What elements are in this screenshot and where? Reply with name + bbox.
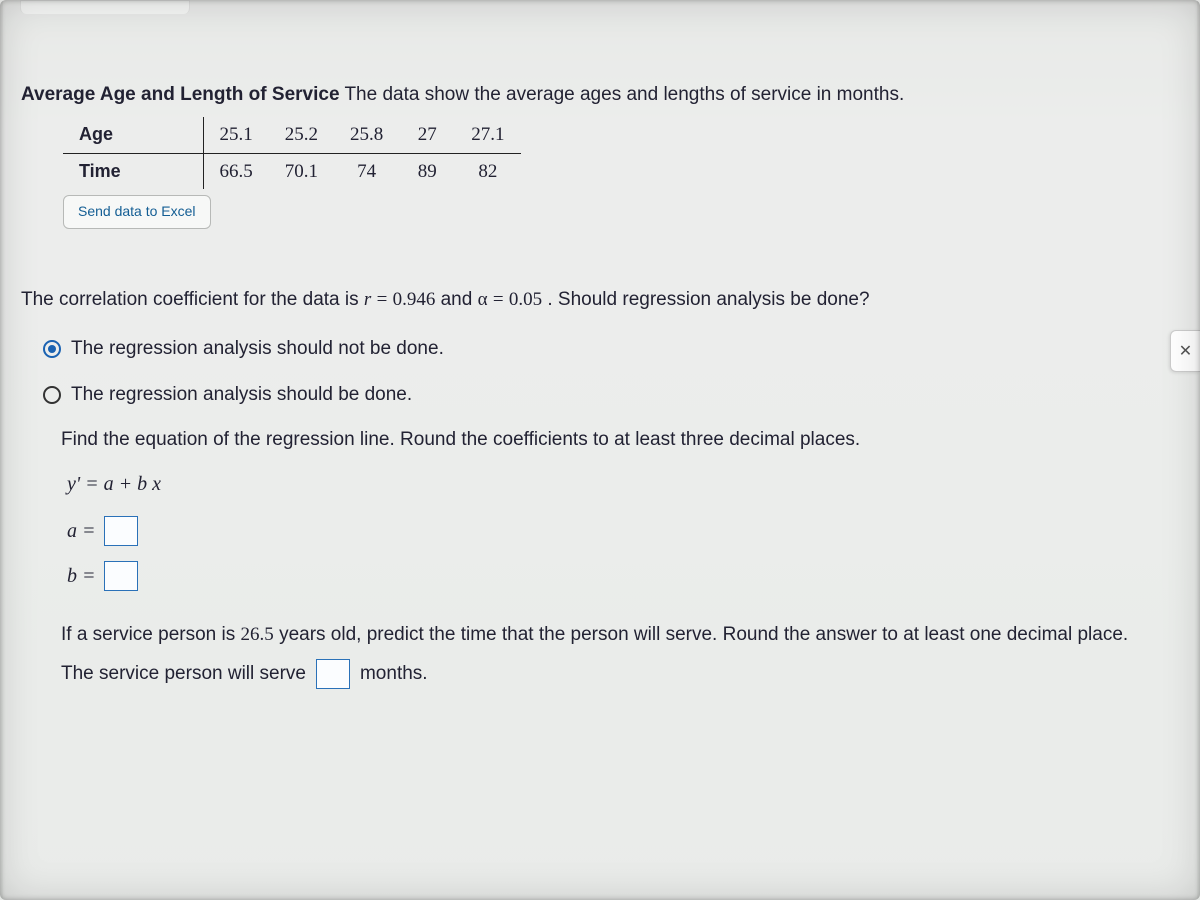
- close-button[interactable]: ✕: [1170, 330, 1200, 372]
- cell: 27.1: [455, 117, 520, 153]
- find-equation-text: Find the equation of the regression line…: [61, 425, 1179, 454]
- text: The service person will serve: [61, 659, 306, 688]
- text: and: [441, 289, 478, 310]
- title-bold: Average Age and Length of Service: [21, 84, 340, 105]
- regression-equation: y' = a + b x: [67, 469, 1179, 500]
- cell: 70.1: [269, 153, 334, 189]
- text: The correlation coefficient for the data…: [21, 289, 364, 310]
- row-label-time: Time: [63, 153, 203, 189]
- coef-a-input[interactable]: [104, 516, 138, 546]
- cell: 25.8: [334, 117, 399, 153]
- excel-button-label: Send data to Excel: [78, 203, 196, 219]
- serve-time-input[interactable]: [316, 659, 350, 689]
- data-table: Age 25.1 25.2 25.8 27 27.1 Time 66.5 70.…: [63, 117, 521, 189]
- text: months.: [360, 659, 428, 688]
- row-label-age: Age: [63, 117, 203, 153]
- cell: 27: [399, 117, 455, 153]
- coef-b-row: b =: [67, 561, 1179, 592]
- send-to-excel-button[interactable]: Send data to Excel: [63, 195, 211, 229]
- var-alpha: α: [478, 289, 488, 310]
- text: years old, predict the time that the per…: [279, 624, 1128, 645]
- text: =: [493, 289, 504, 310]
- alpha-value: 0.05: [509, 289, 542, 310]
- coef-b-input[interactable]: [104, 561, 138, 591]
- cell: 82: [455, 153, 520, 189]
- r-value: 0.946: [393, 289, 436, 310]
- question-panel: Average Age and Length of Service The da…: [3, 0, 1197, 900]
- radio-option-done[interactable]: The regression analysis should be done.: [43, 380, 1179, 409]
- text: If a service person is: [61, 624, 241, 645]
- correlation-question: The correlation coefficient for the data…: [21, 285, 1179, 314]
- cell: 89: [399, 153, 455, 189]
- radio-group: The regression analysis should not be do…: [21, 334, 1179, 409]
- option-label: The regression analysis should be done.: [71, 380, 412, 409]
- question-title: Average Age and Length of Service The da…: [21, 80, 1179, 109]
- cell: 66.5: [203, 153, 269, 189]
- predict-question: If a service person is 26.5 years old, p…: [61, 620, 1141, 649]
- coef-b-label: b =: [67, 561, 96, 592]
- option-label: The regression analysis should not be do…: [71, 334, 444, 363]
- cell: 74: [334, 153, 399, 189]
- cell: 25.1: [203, 117, 269, 153]
- cell: 25.2: [269, 117, 334, 153]
- table-row: Age 25.1 25.2 25.8 27 27.1: [63, 117, 521, 153]
- radio-icon: [43, 340, 61, 358]
- radio-icon: [43, 386, 61, 404]
- table-row: Time 66.5 70.1 74 89 82: [63, 153, 521, 189]
- serve-answer-line: The service person will serve months.: [61, 659, 1179, 689]
- coef-a-label: a =: [67, 516, 96, 547]
- radio-option-not-done[interactable]: The regression analysis should not be do…: [43, 334, 1179, 363]
- text: . Should regression analysis be done?: [547, 289, 869, 310]
- text: =: [377, 289, 388, 310]
- close-icon: ✕: [1179, 341, 1192, 361]
- var-r: r: [364, 289, 371, 310]
- coef-a-row: a =: [67, 516, 1179, 547]
- predict-age: 26.5: [241, 624, 274, 645]
- title-rest: The data show the average ages and lengt…: [340, 84, 905, 105]
